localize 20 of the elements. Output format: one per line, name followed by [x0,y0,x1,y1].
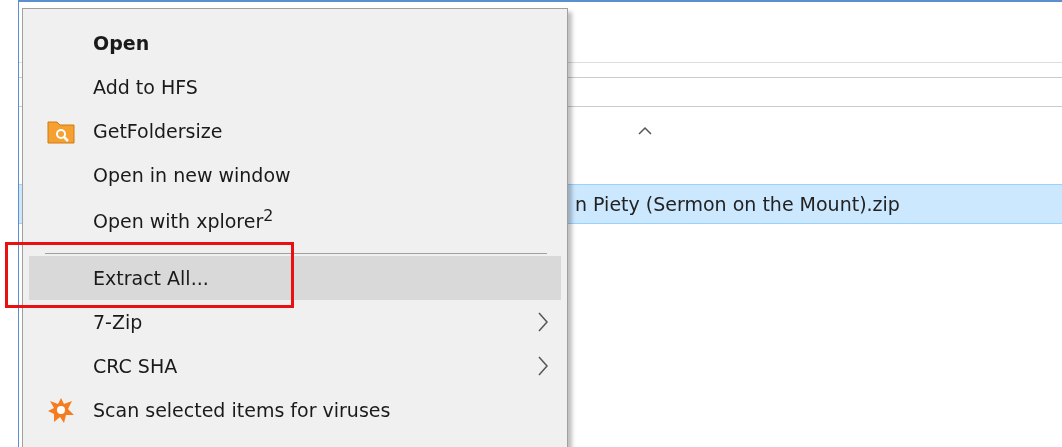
menu-item-label: Extract All... [93,267,210,289]
menu-item-label: GetFoldersize [93,120,224,142]
menu-item[interactable]: Extract All... [29,256,561,300]
menu-item-label: Open with xplorer$^{2}$ [93,205,275,233]
menu-item[interactable]: Open [29,21,561,65]
menu-item[interactable]: CRC SHA [29,344,561,388]
menu-item[interactable]: 7-Zip [29,300,561,344]
menu-item[interactable]: Open in new window [29,153,561,197]
menu-item-label: 7-Zip [93,311,144,333]
sort-chevron-icon[interactable] [637,126,653,136]
menu-item-label: Add to HFS [93,76,199,98]
menu-item[interactable]: Open with xplorer$^{2}$ [29,197,561,241]
menu-item-label: Open [93,32,151,54]
menu-item[interactable]: Scan selected items for viruses [29,388,561,432]
menu-item[interactable]: GetFoldersize [29,109,561,153]
menu-item-label: CRC SHA [93,355,179,377]
menu-item-label: Scan selected items for viruses [93,399,392,421]
file-name: n Piety (Sermon on the Mount).zip [575,193,900,215]
menu-item[interactable]: Add to HFS [29,65,561,109]
menu-item-label: Open in new window [93,164,292,186]
